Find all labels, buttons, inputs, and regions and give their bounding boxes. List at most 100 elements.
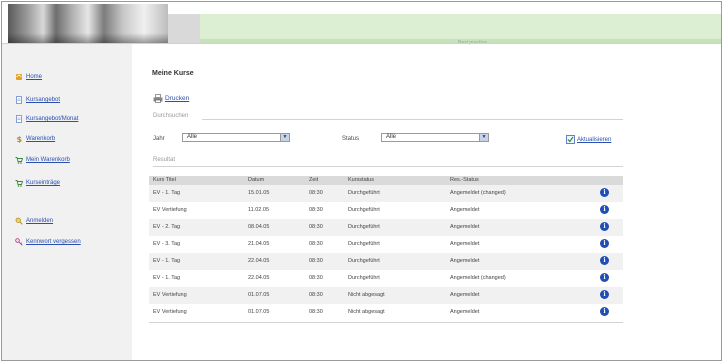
column-header-kurs-titel: Kurs Titel — [153, 177, 176, 183]
sidebar-item-home[interactable]: Home — [15, 73, 42, 81]
cell-kursstatus: Durchgeführt — [348, 190, 380, 196]
cell-res-status: Angemeldet — [450, 207, 480, 213]
checkbox-icon — [566, 135, 575, 144]
sidebar-item-label: Mein Warenkorb — [26, 157, 70, 163]
cell-kurs-titel: EV Vertiefung — [153, 207, 187, 213]
sidebar-item-kennwort-vergessen[interactable]: Kennwort vergessen — [15, 238, 81, 246]
info-icon[interactable]: i — [600, 222, 609, 231]
svg-text:$: $ — [17, 135, 23, 143]
cell-kurs-titel: EV - 3. Tag — [153, 241, 181, 247]
jahr-select[interactable]: Alle ▼ — [182, 133, 290, 142]
cell-res-status: Angemeldet — [450, 309, 480, 315]
table-header — [149, 176, 623, 185]
cell-res-status: Angemeldet (changed) — [450, 190, 506, 196]
sidebar-item-kursangebot-monat[interactable]: Kursangebot/Monat — [15, 115, 78, 123]
info-icon[interactable]: i — [600, 290, 609, 299]
sidebar-item-label: Kursangebot — [26, 97, 61, 103]
print-link[interactable]: Drucken — [153, 94, 189, 103]
sidebar-item-mein-warenkorb[interactable]: Mein Warenkorb — [15, 156, 70, 164]
sidebar-item-kursangebot[interactable]: Kursangebot — [15, 96, 60, 104]
cell-zeit: 08:30 — [309, 292, 323, 298]
cell-zeit: 08:30 — [309, 207, 323, 213]
status-label: Status — [342, 136, 360, 142]
cell-zeit: 08:30 — [309, 224, 323, 230]
table-row: EV Vertiefung 01.07.05 08:30 Nicht abges… — [149, 304, 623, 321]
cell-kurs-titel: EV Vertiefung — [153, 309, 187, 315]
table-row: EV - 1. Tag 15.01.05 08:30 Durchgeführt … — [149, 185, 623, 202]
cell-res-status: Angemeldet — [450, 258, 480, 264]
table-row: EV - 2. Tag 08.04.05 08:30 Durchgeführt … — [149, 219, 623, 236]
resultat-label: Resultat — [153, 157, 176, 163]
cell-kursstatus: Durchgeführt — [348, 241, 380, 247]
print-label: Drucken — [165, 95, 190, 102]
cell-kursstatus: Nicht abgesagt — [348, 292, 385, 298]
cell-kurs-titel: EV - 1. Tag — [153, 258, 181, 264]
sidebar-item-label: Kennwort vergessen — [26, 239, 81, 245]
durchsuchen-label: Durchsuchen — [153, 113, 189, 119]
cell-datum: 22.04.05 — [248, 258, 270, 264]
info-icon[interactable]: i — [600, 188, 609, 197]
cell-zeit: 08:30 — [309, 190, 323, 196]
status-select-value: Alle — [386, 134, 397, 140]
cell-kursstatus: Durchgeführt — [348, 275, 380, 281]
column-header-datum: Datum — [248, 177, 265, 183]
sidebar: Home Kursangebot Kursangebot/Monat $ War… — [2, 44, 132, 360]
cell-res-status: Angemeldet — [450, 241, 480, 247]
dollar-icon: $ — [17, 135, 23, 143]
table-row: EV - 1. Tag 22.04.05 08:30 Durchgeführt … — [149, 270, 623, 287]
column-header-kursstatus: Kursstatus — [348, 177, 374, 183]
document-icon — [16, 96, 22, 104]
refresh-label: Aktualisieren — [577, 136, 612, 143]
key-icon — [15, 238, 23, 246]
header-banner: Best practice — [2, 2, 721, 46]
table-row: EV Vertiefung 11.02.05 08:30 Durchgeführ… — [149, 202, 623, 219]
cell-datum: 22.04.05 — [248, 275, 270, 281]
info-icon[interactable]: i — [600, 307, 609, 316]
cell-res-status: Angemeldet — [450, 292, 480, 298]
column-header-zeit: Zeit — [309, 177, 319, 183]
cell-kursstatus: Nicht abgesagt — [348, 309, 385, 315]
cell-kurs-titel: EV - 2. Tag — [153, 224, 181, 230]
cart-icon — [15, 180, 23, 187]
table-row: EV - 3. Tag 21.04.05 08:30 Durchgeführt … — [149, 236, 623, 253]
sidebar-item-label: Anmelden — [26, 218, 54, 224]
cell-kurs-titel: EV - 1. Tag — [153, 275, 181, 281]
printer-icon — [153, 94, 163, 103]
sidebar-item-kurseintraege[interactable]: Kurseinträge — [15, 179, 60, 187]
header-green-bar — [200, 14, 721, 43]
sidebar-item-label: Home — [26, 74, 43, 80]
sidebar-item-anmelden[interactable]: Anmelden — [15, 217, 53, 225]
refresh-link[interactable]: Aktualisieren — [566, 135, 611, 144]
header-gray-block — [168, 14, 200, 43]
jahr-label: Jahr — [153, 136, 165, 142]
cell-datum: 15.01.05 — [248, 190, 270, 196]
chevron-down-icon: ▼ — [479, 134, 488, 141]
info-icon[interactable]: i — [600, 273, 609, 282]
cell-kurs-titel: EV - 1. Tag — [153, 190, 181, 196]
sidebar-item-label: Warenkorb — [26, 136, 56, 142]
document-icon — [16, 115, 22, 123]
info-icon[interactable]: i — [600, 239, 609, 248]
cell-kursstatus: Durchgeführt — [348, 207, 380, 213]
cell-datum: 21.04.05 — [248, 241, 270, 247]
sidebar-item-warenkorb[interactable]: $ Warenkorb — [15, 135, 56, 143]
header-photo — [8, 4, 168, 43]
info-icon[interactable]: i — [600, 256, 609, 265]
cell-kurs-titel: EV Vertiefung — [153, 292, 187, 298]
cell-datum: 01.07.05 — [248, 309, 270, 315]
chevron-down-icon: ▼ — [280, 134, 289, 141]
cell-kursstatus: Durchgeführt — [348, 258, 380, 264]
cell-zeit: 08:30 — [309, 275, 323, 281]
sidebar-item-label: Kurseinträge — [26, 180, 61, 186]
section-divider — [202, 119, 623, 120]
cell-zeit: 08:30 — [309, 241, 323, 247]
cart-icon — [15, 157, 23, 164]
cell-datum: 11.02.05 — [248, 207, 270, 213]
info-icon[interactable]: i — [600, 205, 609, 214]
resultat-divider — [153, 166, 623, 167]
status-select[interactable]: Alle ▼ — [381, 133, 489, 142]
table-bottom-divider — [149, 322, 623, 323]
cell-datum: 01.07.05 — [248, 292, 270, 298]
search-icon — [15, 217, 23, 225]
page-title: Meine Kurse — [152, 70, 194, 77]
